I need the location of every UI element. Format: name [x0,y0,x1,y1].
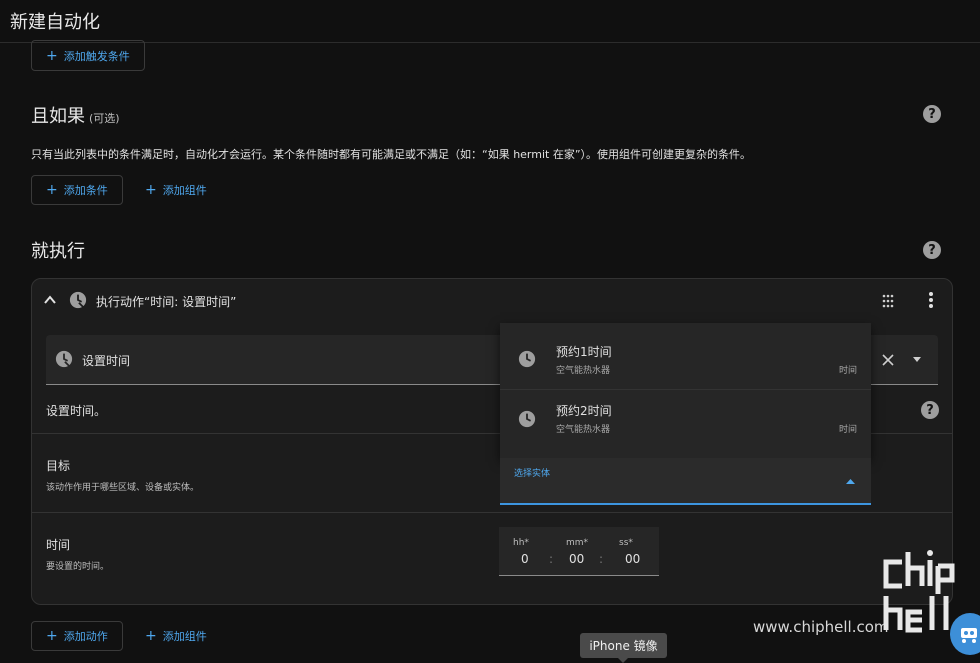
add-condition-block-button[interactable]: + 添加组件 [131,175,221,205]
plus-icon: + [46,47,58,64]
plus-icon: + [46,182,58,198]
entity-option[interactable]: 预约1时间 空气能热水器 时间 [500,323,871,389]
entity-option-name: 预约1时间 [556,345,612,359]
add-action-label: 添加动作 [63,630,108,643]
seconds-label: ss* [619,538,633,548]
page-title: 新建自动化 [10,12,100,33]
time-label: 时间 [46,538,71,552]
chevron-up-icon[interactable] [44,295,56,305]
help-icon[interactable]: ? [923,105,941,123]
more-vert-icon[interactable] [928,292,934,308]
plus-icon: + [46,628,58,644]
entity-option-device: 空气能热水器 [556,425,611,435]
target-description: 该动作作用于哪些区域、设备或实体。 [46,483,200,493]
target-label: 目标 [46,459,71,473]
add-block-label: 添加组件 [162,184,207,197]
assistant-fab[interactable] [950,613,980,655]
minutes-label: mm* [566,538,589,548]
conditions-title: 且如果 [31,106,85,127]
divider [32,512,952,513]
hours-value[interactable]: 0 [521,552,529,566]
time-description: 要设置的时间。 [46,562,110,572]
time-separator: : [549,552,554,566]
entity-dropdown: 预约1时间 空气能热水器 时间 预约2时间 空气能热水器 时间 [500,323,871,458]
entity-option[interactable]: 预约2时间 空气能热水器 时间 [500,390,871,456]
clock-icon [69,291,87,309]
close-icon[interactable] [882,354,894,366]
time-input[interactable]: hh* 0 : mm* 00 : ss* 00 [499,527,659,576]
actions-heading: 就执行 [31,241,85,262]
robot-icon [961,628,977,643]
plus-icon: + [145,628,157,644]
add-action-block-button[interactable]: + 添加组件 [131,621,221,651]
action-card-title: 执行动作“时间: 设置时间” [96,295,237,309]
add-condition-label: 添加条件 [63,184,108,197]
plus-icon: + [145,182,157,198]
add-trigger-label: 添加触发条件 [63,49,130,63]
dropdown-arrow-icon[interactable] [846,479,855,484]
add-action-button[interactable]: + 添加动作 [31,621,123,651]
clock-icon [55,350,73,368]
conditions-description: 只有当此列表中的条件满足时，自动化才会运行。某个条件随时都有可能满足或不满足（如… [31,148,752,161]
drag-handle-icon[interactable] [882,294,894,308]
add-condition-button[interactable]: + 添加条件 [31,175,123,205]
conditions-optional: (可选) [89,112,120,125]
add-block-label: 添加组件 [162,630,207,643]
entity-option-domain: 时间 [838,425,857,435]
clock-icon [518,350,536,368]
seconds-value[interactable]: 00 [625,552,640,566]
help-icon[interactable]: ? [921,401,939,419]
hours-label: hh* [513,538,529,548]
service-description: 设置时间。 [46,404,107,418]
watermark-url: www.chiphell.com [753,618,889,636]
entity-picker-input[interactable]: 选择实体 [500,458,871,505]
entity-option-name: 预约2时间 [556,404,612,418]
time-separator: : [599,552,604,566]
entity-option-domain: 时间 [838,366,857,376]
entity-picker-label: 选择实体 [514,469,551,479]
tooltip: iPhone 镜像 [580,633,667,663]
conditions-heading: 且如果 (可选) [31,102,120,128]
add-trigger-button[interactable]: + 添加触发条件 [31,40,145,71]
help-icon[interactable]: ? [923,241,941,259]
service-select-value: 设置时间 [82,354,131,368]
minutes-value[interactable]: 00 [569,552,584,566]
dropdown-arrow-icon[interactable] [913,357,921,362]
entity-option-device: 空气能热水器 [556,366,611,376]
top-app-bar: 新建自动化 [0,0,980,43]
clock-icon [518,410,536,428]
